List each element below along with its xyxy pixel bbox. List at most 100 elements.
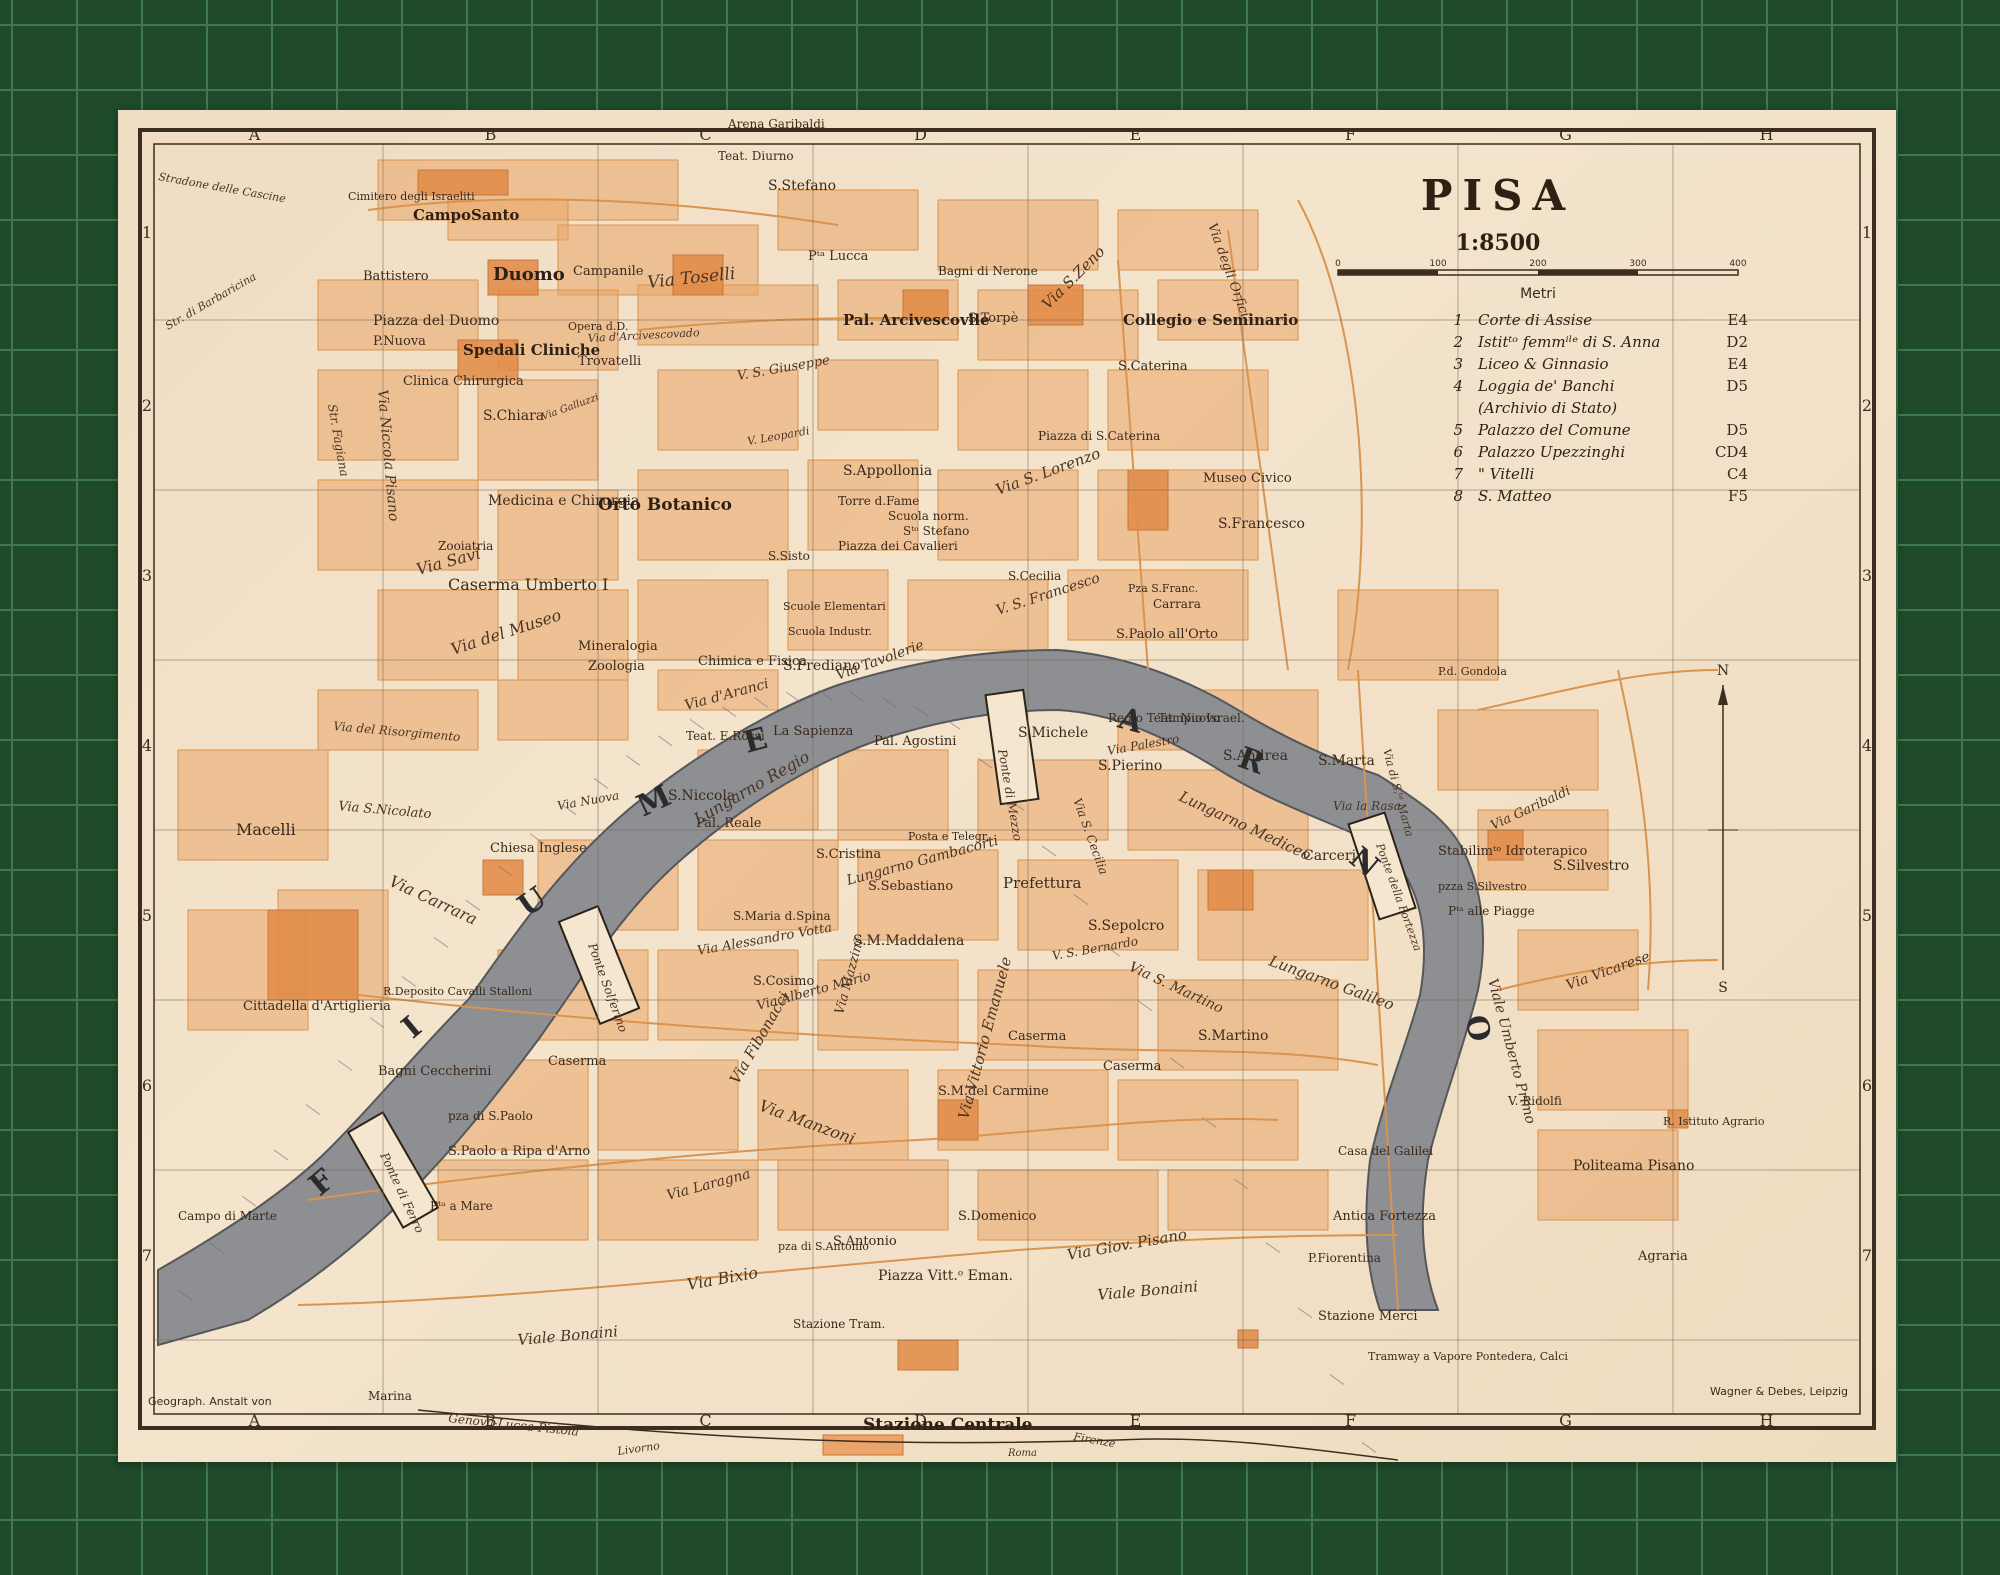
place-pza-lucca[interactable]: Pᵗᵃ Lucca xyxy=(808,249,869,264)
place-trovatelli[interactable]: Trovatelli xyxy=(578,354,641,369)
place-s-sebastiano[interactable]: S.Sebastiano xyxy=(868,879,953,894)
place-s-caterina[interactable]: S.Caterina xyxy=(1118,359,1188,374)
place-scuola-norm[interactable]: Scuola norm. xyxy=(888,509,969,523)
place-s-michele[interactable]: S.Michele xyxy=(1018,725,1088,741)
legend-name: Istitᵗᵒ femmⁱˡᵉ di S. Anna xyxy=(1477,333,1660,351)
place-piazza-duomo[interactable]: Piazza del Duomo xyxy=(373,313,499,329)
place-politeama[interactable]: Politeama Pisano xyxy=(1573,1158,1694,1174)
place-duomo[interactable]: Duomo xyxy=(493,264,565,285)
place-stazione-centrale[interactable]: Stazione Centrale xyxy=(863,1415,1033,1435)
place-carrara[interactable]: Carrara xyxy=(1153,597,1201,611)
street-via-bixio[interactable]: Via Bixio xyxy=(685,1263,759,1294)
stazione-centrale-building[interactable] xyxy=(822,1434,904,1456)
place-la-sapienza[interactable]: La Sapienza xyxy=(773,724,854,739)
place-mineralogia[interactable]: Mineralogia xyxy=(578,639,658,654)
place-s-appollonia[interactable]: S.Appollonia xyxy=(843,463,932,479)
place-s-cristina[interactable]: S.Cristina xyxy=(816,847,881,862)
street-str-barbaricina[interactable]: Str. di Barbaricina xyxy=(163,270,258,333)
place-campo-marte[interactable]: Campo di Marte xyxy=(178,1209,277,1223)
place-s-torpe[interactable]: S.Torpè xyxy=(968,311,1019,326)
place-caserma-1[interactable]: Caserma xyxy=(548,1054,607,1069)
place-pal-agostini[interactable]: Pal. Agostini xyxy=(874,734,956,749)
place-piazza-s-caterina[interactable]: Piazza di S.Caterina xyxy=(1038,429,1160,443)
place-teat-rossi[interactable]: Teat. E.Rossi xyxy=(686,729,765,743)
street-via-rasa[interactable]: Via la Rasa xyxy=(1333,799,1401,813)
place-caserma-umberto[interactable]: Caserma Umberto I xyxy=(448,575,608,594)
legend-name: Liceo & Ginnasio xyxy=(1477,355,1609,373)
place-s-martino[interactable]: S.Martino xyxy=(1198,1028,1268,1044)
street-viale-bonaini[interactable]: Viale Bonaini xyxy=(517,1322,619,1349)
place-s-francesco[interactable]: S.Francesco xyxy=(1218,516,1305,532)
place-bagni-cecc[interactable]: Bagni Ceccherini xyxy=(378,1064,491,1079)
place-scuole-elem[interactable]: Scuole Elementari xyxy=(783,600,886,613)
place-chiesa-inglese[interactable]: Chiesa Inglese xyxy=(490,841,587,856)
street-via-carrara[interactable]: Via Carrara xyxy=(386,871,480,928)
place-s-sepolcro[interactable]: S.Sepolcro xyxy=(1088,918,1164,934)
place-s-pierino[interactable]: S.Pierino xyxy=(1098,758,1162,774)
street-via-s-nicolato[interactable]: Via S.Nicolato xyxy=(338,799,432,822)
place-campo-santo[interactable]: CampoSanto xyxy=(413,206,519,224)
place-caserma-3[interactable]: Caserma xyxy=(1103,1059,1162,1074)
place-agraria[interactable]: Agraria xyxy=(1637,1249,1688,1264)
place-s-andrea[interactable]: S.Andrea xyxy=(1223,748,1288,764)
place-stazione-merci[interactable]: Stazione Merci xyxy=(1318,1309,1418,1324)
place-piagge[interactable]: Pᵗᵃ alle Piagge xyxy=(1448,904,1535,918)
place-pza-s-paolo[interactable]: pza di S.Paolo xyxy=(448,1109,533,1123)
place-torre-fame[interactable]: Torre d.Fame xyxy=(838,494,919,508)
place-orto-botanico[interactable]: Orto Botanico xyxy=(598,495,732,515)
place-macelli[interactable]: Macelli xyxy=(236,820,296,839)
place-caserma-2[interactable]: Caserma xyxy=(1008,1029,1067,1044)
place-cimitero[interactable]: Cimitero degli Israeliti xyxy=(348,190,475,203)
place-scuola-ind[interactable]: Scuola Industr. xyxy=(788,625,872,638)
place-p-fiorentina[interactable]: P.Fiorentina xyxy=(1308,1251,1381,1265)
place-clinica[interactable]: Clinica Chirurgica xyxy=(403,374,524,389)
place-campanile[interactable]: Campanile xyxy=(573,264,644,279)
pisa-map[interactable]: AABBCCDDEEFFGGHH1 12 23 34 45 56 67 7 PISA 1:85… xyxy=(118,110,1896,1462)
place-stazione-tram[interactable]: Stazione Tram. xyxy=(793,1317,885,1331)
place-p-nuova[interactable]: P.Nuova xyxy=(373,334,426,349)
place-s-cecilia[interactable]: S.Cecilia xyxy=(1008,569,1061,583)
place-collegio[interactable]: Collegio e Seminario xyxy=(1123,311,1298,329)
place-marina[interactable]: Marina xyxy=(368,1389,412,1403)
place-tramway[interactable]: Tramway a Vapore Pontedera, Calci xyxy=(1368,1350,1568,1363)
grid-row-right-4: 4 xyxy=(1862,736,1872,755)
place-s-maddalena[interactable]: S.M.Maddalena xyxy=(853,933,964,949)
place-piazza-cavalieri[interactable]: Piazza dei Cavalieri xyxy=(838,539,958,553)
place-s-paolo-orto[interactable]: S.Paolo all'Orto xyxy=(1116,627,1218,642)
place-pd-gondola[interactable]: P.d. Gondola xyxy=(1438,665,1507,678)
place-s-domenico[interactable]: S.Domenico xyxy=(958,1209,1037,1224)
place-s-maria-spina[interactable]: S.Maria d.Spina xyxy=(733,909,831,923)
place-s-paolo-ripa[interactable]: S.Paolo a Ripa d'Arno xyxy=(448,1144,590,1159)
place-pta-mare[interactable]: Pᵗᵃ a Mare xyxy=(430,1199,493,1213)
place-antica-fortezza[interactable]: Antica Fortezza xyxy=(1332,1209,1436,1224)
place-teat-diurno[interactable]: Teat. Diurno xyxy=(718,149,794,163)
place-s-silvestro[interactable]: S.Silvestro xyxy=(1553,858,1629,874)
place-piazza-vitt[interactable]: Piazza Vitt.ᵒ Eman. xyxy=(878,1268,1013,1284)
legend-name: Corte di Assise xyxy=(1478,311,1592,329)
place-pza-s-antonio[interactable]: pza di S.Antonio xyxy=(778,1240,869,1253)
place-arena-garibaldi[interactable]: Arena Garibaldi xyxy=(727,117,825,131)
place-s-stefano[interactable]: S.Stefano xyxy=(768,178,836,194)
place-prefettura[interactable]: Prefettura xyxy=(1003,874,1081,892)
place-zoologia[interactable]: Zoologia xyxy=(588,659,645,674)
place-deposito[interactable]: R.Deposito Cavalli Stalloni xyxy=(383,985,533,998)
legend-number: 3 xyxy=(1453,355,1463,373)
place-s-m-carmine[interactable]: S.M.del Carmine xyxy=(938,1084,1049,1099)
street-viale-bonaini-2[interactable]: Viale Bonaini xyxy=(1097,1277,1199,1304)
place-istituto-agrario[interactable]: R. Istituto Agrario xyxy=(1663,1115,1765,1128)
place-s-sisto[interactable]: S.Sisto xyxy=(768,549,810,563)
place-casa-galilei[interactable]: Casa del Galilei xyxy=(1338,1144,1433,1158)
place-s-stefano-cav[interactable]: Sᵗᵒ Stefano xyxy=(903,524,969,538)
place-s-chiara[interactable]: S.Chiara xyxy=(483,408,544,424)
place-museo-civico[interactable]: Museo Civico xyxy=(1203,471,1292,486)
place-pza-silvestro[interactable]: pzza S.Silvestro xyxy=(1438,880,1527,893)
place-bagni-nerone[interactable]: Bagni di Nerone xyxy=(938,264,1038,278)
place-pza-franc[interactable]: Pza S.Franc. xyxy=(1128,582,1198,595)
place-stabilim[interactable]: Stabilimᵗᵒ Idroterapico xyxy=(1438,844,1587,859)
place-battistero[interactable]: Battistero xyxy=(363,269,429,284)
place-cittadella[interactable]: Cittadella d'Artiglieria xyxy=(243,999,391,1014)
place-tempio-israel[interactable]: Tempio Israel. xyxy=(1158,711,1245,725)
street-via-nuova[interactable]: Via Nuova xyxy=(556,788,620,813)
place-s-marta[interactable]: S.Marta xyxy=(1318,753,1375,769)
street-stradone-cascine[interactable]: Stradone delle Cascine xyxy=(157,170,287,205)
